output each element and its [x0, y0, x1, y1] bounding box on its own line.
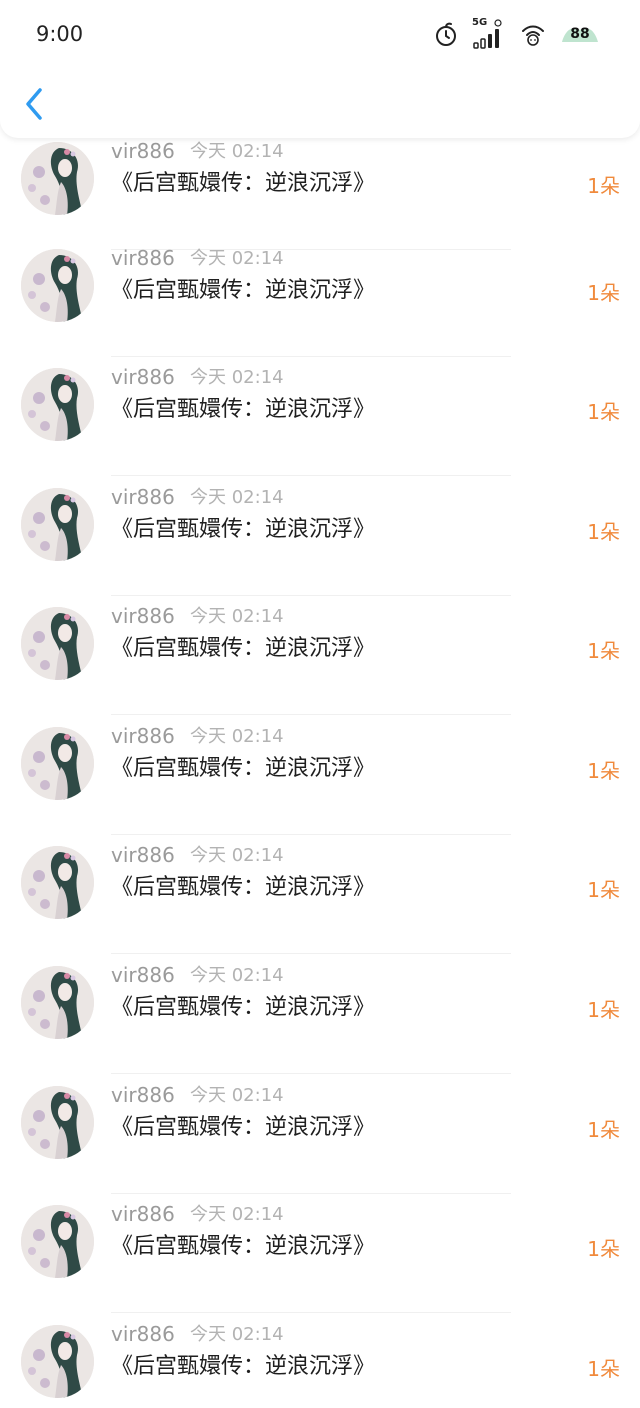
avatar[interactable]: [21, 1205, 94, 1278]
list-item[interactable]: vir886 今天 02:14 《后宫甄嬛传：逆浪沉浮》 1朵: [0, 476, 640, 596]
gift-count: 1朵: [587, 998, 620, 1022]
avatar[interactable]: [21, 607, 94, 680]
timestamp: 今天 02:14: [190, 141, 284, 162]
avatar-image: [21, 966, 94, 1039]
item-title: 《后宫甄嬛传：逆浪沉浮》: [111, 517, 376, 542]
avatar[interactable]: [21, 1086, 94, 1159]
username[interactable]: vir886: [111, 723, 175, 749]
gift-count: 1朵: [587, 281, 620, 305]
timestamp: 今天 02:14: [190, 1204, 284, 1225]
chevron-left-icon: [26, 88, 42, 120]
list-item[interactable]: vir886 今天 02:14 《后宫甄嬛传：逆浪沉浮》 1朵: [0, 1193, 640, 1313]
status-icons: 5G 88: [434, 17, 600, 50]
gift-count: 1朵: [587, 1357, 620, 1381]
alarm-icon: [434, 21, 458, 47]
item-title: 《后宫甄嬛传：逆浪沉浮》: [111, 397, 376, 422]
gift-count: 1朵: [587, 520, 620, 544]
username[interactable]: vir886: [111, 245, 175, 271]
username[interactable]: vir886: [111, 1082, 175, 1108]
timestamp: 今天 02:14: [190, 367, 284, 388]
username[interactable]: vir886: [111, 962, 175, 988]
timestamp: 今天 02:14: [190, 487, 284, 508]
back-button[interactable]: [18, 84, 52, 124]
gift-count: 1朵: [587, 400, 620, 424]
gift-count: 1朵: [587, 878, 620, 902]
item-title: 《后宫甄嬛传：逆浪沉浮》: [111, 1354, 376, 1379]
gift-count: 1朵: [587, 639, 620, 663]
status-time: 9:00: [36, 22, 84, 46]
username[interactable]: vir886: [111, 138, 175, 164]
list-item[interactable]: vir886 今天 02:14 《后宫甄嬛传：逆浪沉浮》 1朵: [0, 834, 640, 954]
cellular-signal-icon: 5G: [472, 17, 506, 49]
battery-level: 88: [570, 26, 590, 42]
avatar-image: [21, 727, 94, 800]
list-item[interactable]: vir886 今天 02:14 《后宫甄嬛传：逆浪沉浮》 1朵: [0, 595, 640, 715]
username[interactable]: vir886: [111, 842, 175, 868]
item-title: 《后宫甄嬛传：逆浪沉浮》: [111, 1234, 376, 1259]
avatar[interactable]: [21, 846, 94, 919]
avatar-image: [21, 1325, 94, 1398]
avatar-image: [21, 607, 94, 680]
list-item[interactable]: vir886 今天 02:14 《后宫甄嬛传：逆浪沉浮》 1朵: [0, 237, 640, 357]
item-title: 《后宫甄嬛传：逆浪沉浮》: [111, 1115, 376, 1140]
avatar-image: [21, 249, 94, 322]
avatar[interactable]: [21, 142, 94, 215]
avatar[interactable]: [21, 488, 94, 561]
gift-count: 1朵: [587, 759, 620, 783]
gift-count: 1朵: [587, 1237, 620, 1261]
timestamp: 今天 02:14: [190, 248, 284, 269]
username[interactable]: vir886: [111, 364, 175, 390]
avatar[interactable]: [21, 1325, 94, 1398]
username[interactable]: vir886: [111, 1321, 175, 1347]
avatar[interactable]: [21, 249, 94, 322]
timestamp: 今天 02:14: [190, 606, 284, 627]
battery-icon: 88: [560, 20, 600, 48]
gift-count: 1朵: [587, 1118, 620, 1142]
avatar[interactable]: [21, 966, 94, 1039]
item-title: 《后宫甄嬛传：逆浪沉浮》: [111, 875, 376, 900]
item-title: 《后宫甄嬛传：逆浪沉浮》: [111, 171, 376, 196]
avatar-image: [21, 1086, 94, 1159]
avatar-image: [21, 488, 94, 561]
timestamp: 今天 02:14: [190, 845, 284, 866]
item-title: 《后宫甄嬛传：逆浪沉浮》: [111, 995, 376, 1020]
wifi-icon: [520, 21, 546, 47]
username[interactable]: vir886: [111, 1201, 175, 1227]
gift-count: 1朵: [587, 174, 620, 198]
username[interactable]: vir886: [111, 603, 175, 629]
avatar-image: [21, 368, 94, 441]
list-item[interactable]: vir886 今天 02:14 《后宫甄嬛传：逆浪沉浮》 1朵: [0, 954, 640, 1074]
timestamp: 今天 02:14: [190, 965, 284, 986]
list-item[interactable]: vir886 今天 02:14 《后宫甄嬛传：逆浪沉浮》 1朵: [0, 1313, 640, 1408]
timestamp: 今天 02:14: [190, 1085, 284, 1106]
username[interactable]: vir886: [111, 484, 175, 510]
timestamp: 今天 02:14: [190, 1324, 284, 1345]
list-item[interactable]: vir886 今天 02:14 《后宫甄嬛传：逆浪沉浮》 1朵: [0, 715, 640, 835]
avatar[interactable]: [21, 727, 94, 800]
list-item[interactable]: vir886 今天 02:14 《后宫甄嬛传：逆浪沉浮》 1朵: [0, 356, 640, 476]
item-title: 《后宫甄嬛传：逆浪沉浮》: [111, 756, 376, 781]
avatar-image: [21, 1205, 94, 1278]
top-header: 9:00 5G 88: [0, 0, 640, 138]
item-title: 《后宫甄嬛传：逆浪沉浮》: [111, 278, 376, 303]
avatar-image: [21, 846, 94, 919]
timestamp: 今天 02:14: [190, 726, 284, 747]
item-title: 《后宫甄嬛传：逆浪沉浮》: [111, 636, 376, 661]
avatar[interactable]: [21, 368, 94, 441]
list-item[interactable]: vir886 今天 02:14 《后宫甄嬛传：逆浪沉浮》 1朵: [0, 1074, 640, 1194]
avatar-image: [21, 142, 94, 215]
list-item[interactable]: vir886 今天 02:14 《后宫甄嬛传：逆浪沉浮》 1朵: [0, 130, 640, 250]
gift-record-list: vir886 今天 02:14 《后宫甄嬛传：逆浪沉浮》 1朵 vir886 今…: [0, 0, 640, 1408]
